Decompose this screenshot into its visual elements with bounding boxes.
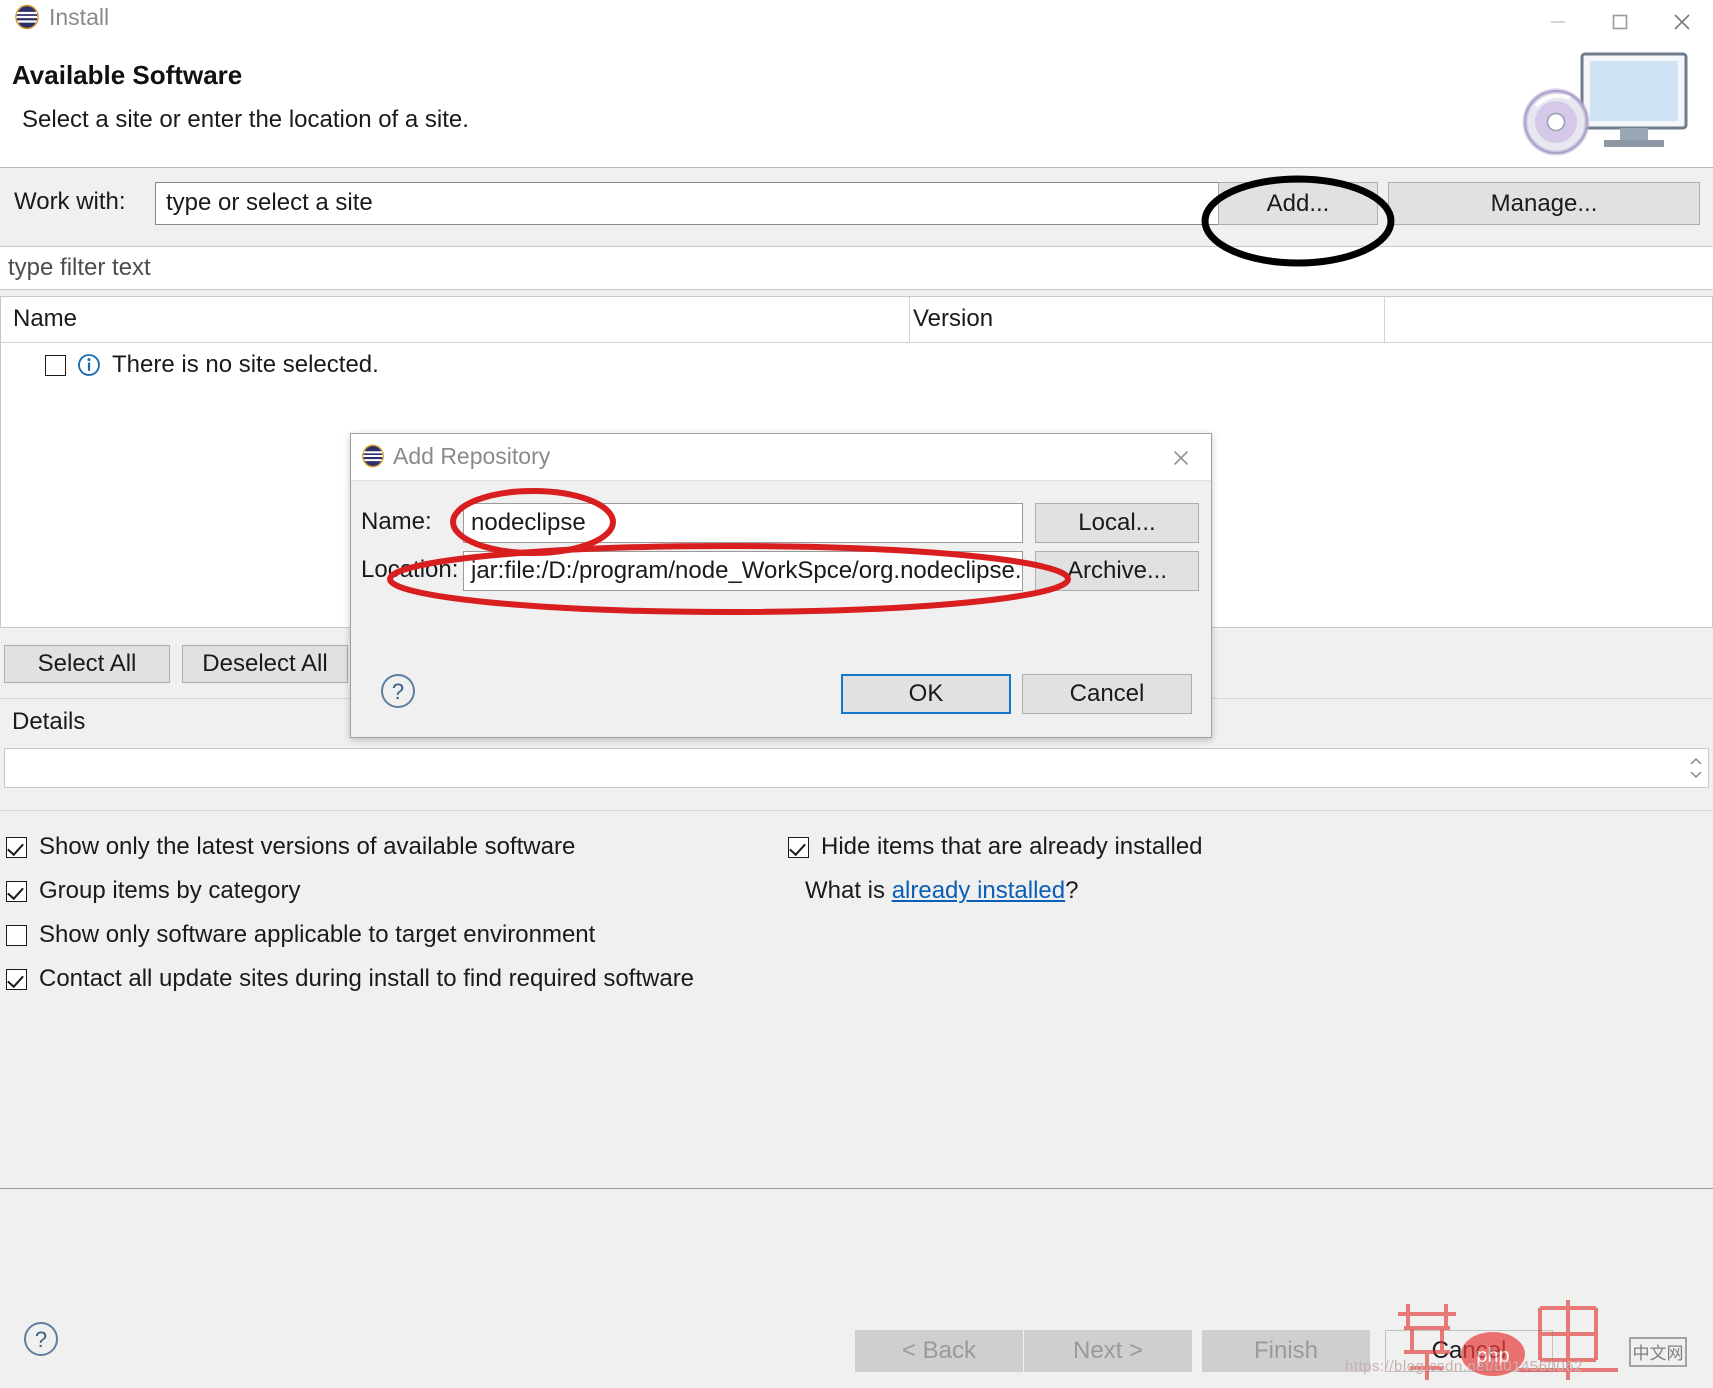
location-input-value: jar:file:/D:/program/node_WorkSpce/org.n…	[471, 557, 1023, 584]
install-cd-monitor-icon	[1520, 50, 1695, 162]
already-installed-link[interactable]: already installed	[892, 877, 1065, 904]
name-label: Name:	[361, 508, 432, 535]
what-is-suffix: ?	[1065, 877, 1079, 904]
column-divider-1[interactable]	[909, 297, 910, 343]
svg-text:?: ?	[392, 679, 404, 704]
option-contact-all-update-sites[interactable]: Contact all update sites during install …	[6, 965, 694, 993]
table-row-name: There is no site selected.	[112, 351, 379, 378]
option-label: Show only software applicable to target …	[39, 921, 596, 948]
select-all-button[interactable]: Select All	[4, 645, 170, 683]
info-icon	[76, 352, 102, 378]
details-spinner-icon[interactable]	[1686, 751, 1706, 785]
window-controls	[1527, 0, 1713, 44]
work-with-value: type or select a site	[166, 189, 373, 216]
add-button[interactable]: Add...	[1218, 182, 1378, 225]
option-checkbox[interactable]	[788, 836, 809, 858]
option-checkbox[interactable]	[6, 880, 27, 902]
details-bottom-separator	[0, 810, 1713, 811]
option-checkbox[interactable]	[6, 924, 27, 946]
table-row[interactable]: There is no site selected.	[1, 343, 379, 387]
table-header-row: Name Version	[1, 297, 1712, 343]
option-applicable-target-env[interactable]: Show only software applicable to target …	[6, 921, 595, 949]
page-subtitle: Select a site or enter the location of a…	[22, 106, 469, 133]
next-button[interactable]: Next >	[1024, 1330, 1192, 1372]
details-textbox[interactable]	[4, 748, 1709, 788]
wizard-header: Available Software Select a site or ente…	[0, 44, 1713, 168]
maximize-icon[interactable]	[1589, 0, 1651, 44]
manage-button[interactable]: Manage...	[1388, 182, 1700, 225]
work-with-combo[interactable]: type or select a site	[155, 182, 1302, 225]
help-icon[interactable]: ?	[22, 1320, 60, 1358]
option-show-latest-versions[interactable]: Show only the latest versions of availab…	[6, 833, 575, 861]
add-repository-dialog: Add Repository Name: nodeclipse Local...…	[350, 433, 1212, 738]
eclipse-icon	[361, 444, 387, 470]
details-label: Details	[12, 708, 86, 735]
dialog-cancel-button[interactable]: Cancel	[1022, 674, 1192, 714]
filter-input-value: type filter text	[8, 254, 151, 281]
deselect-all-button[interactable]: Deselect All	[182, 645, 348, 683]
filter-input[interactable]: type filter text	[0, 246, 1713, 290]
page-title: Available Software	[12, 60, 243, 90]
option-group-by-category[interactable]: Group items by category	[6, 877, 300, 905]
option-label: Show only the latest versions of availab…	[39, 833, 576, 860]
option-label: Contact all update sites during install …	[39, 965, 695, 992]
minimize-icon[interactable]	[1527, 0, 1589, 44]
install-wizard-window: Install Available Software Select a site…	[0, 0, 1713, 1388]
dialog-titlebar: Add Repository	[351, 434, 1211, 481]
row-checkbox[interactable]	[45, 354, 66, 376]
close-icon[interactable]	[1161, 442, 1201, 474]
what-is-already-installed: What is already installed?	[805, 877, 1078, 905]
column-divider-2[interactable]	[1384, 297, 1385, 343]
work-with-row: Work with: type or select a site Add... …	[0, 168, 1713, 240]
location-label: Location:	[361, 556, 459, 583]
eclipse-icon	[14, 4, 40, 30]
watermark-url: https://blog.csdn.net/u014560062	[1345, 1358, 1583, 1375]
bottom-separator	[0, 1188, 1713, 1189]
what-is-prefix: What is	[805, 877, 892, 904]
column-header-version[interactable]: Version	[913, 305, 993, 333]
option-label: Hide items that are already installed	[821, 833, 1203, 860]
dialog-title: Add Repository	[393, 443, 551, 469]
option-label: Group items by category	[39, 877, 301, 904]
svg-text:中文网: 中文网	[1633, 1344, 1684, 1363]
option-checkbox[interactable]	[6, 968, 27, 990]
back-button[interactable]: < Back	[855, 1330, 1023, 1372]
help-icon[interactable]: ?	[379, 672, 417, 710]
name-input-value: nodeclipse	[471, 509, 586, 536]
archive-button[interactable]: Archive...	[1035, 551, 1199, 591]
location-input[interactable]: jar:file:/D:/program/node_WorkSpce/org.n…	[463, 551, 1023, 591]
titlebar-left: Install	[14, 4, 109, 30]
column-header-name[interactable]: Name	[13, 305, 77, 333]
option-hide-installed[interactable]: Hide items that are already installed	[788, 833, 1203, 861]
window-title: Install	[49, 4, 110, 30]
work-with-label: Work with:	[14, 188, 126, 215]
name-input[interactable]: nodeclipse	[463, 503, 1023, 543]
svg-text:?: ?	[35, 1327, 47, 1352]
option-checkbox[interactable]	[6, 836, 27, 858]
titlebar: Install	[0, 0, 1713, 45]
local-button[interactable]: Local...	[1035, 503, 1199, 543]
close-icon[interactable]	[1651, 0, 1713, 44]
ok-button[interactable]: OK	[841, 674, 1011, 714]
dialog-titlebar-left: Add Repository	[361, 443, 550, 470]
